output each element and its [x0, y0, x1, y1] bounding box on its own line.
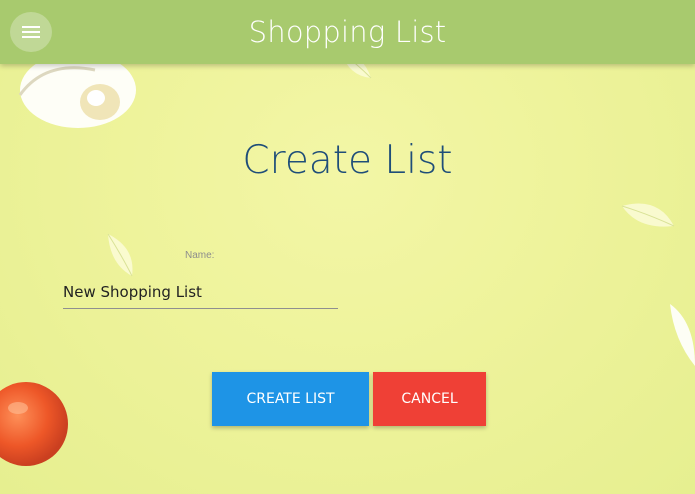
leaf-illustration [621, 203, 675, 227]
app-window: Shopping List Create List Name: CREATE L… [0, 0, 695, 494]
create-list-button[interactable]: CREATE LIST [212, 372, 369, 426]
cancel-button[interactable]: CANCEL [373, 372, 486, 426]
tomato-illustration [0, 382, 68, 466]
leaf-illustration [107, 233, 133, 277]
name-field-label: Name: [185, 250, 215, 261]
leaf-illustration [670, 304, 695, 366]
app-header: Shopping List [0, 0, 695, 64]
page-title: Create List [242, 138, 453, 183]
list-name-input[interactable] [63, 276, 338, 309]
app-title: Shopping List [248, 15, 447, 49]
